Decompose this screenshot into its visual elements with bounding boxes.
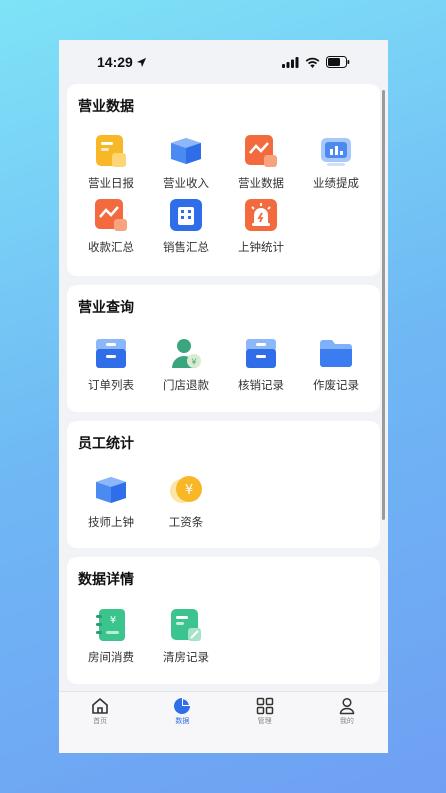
commission-item[interactable]: 业绩提成	[300, 133, 372, 191]
data-detail-card: 数据详情 ¥ 房间消费 清房记录	[67, 557, 380, 684]
writeoff-record-item[interactable]: 核销记录	[225, 335, 297, 393]
svg-text:¥: ¥	[185, 483, 193, 498]
home-icon	[92, 698, 108, 714]
scrollbar[interactable]	[382, 90, 385, 520]
svg-text:¥: ¥	[110, 615, 116, 626]
void-record-item[interactable]: 作废记录	[300, 335, 372, 393]
coin-yen-icon: ¥	[168, 472, 204, 508]
payslip-item[interactable]: ¥ 工资条	[150, 472, 222, 530]
room-notebook-icon: ¥	[93, 607, 129, 643]
daily-report-icon	[93, 133, 129, 169]
phone-screen: 14:29 营业数据 营业日报 营业收入 营业数据 业绩提成 收款汇总 销售汇总…	[59, 40, 388, 753]
order-cabinet-icon	[93, 335, 129, 371]
folder-icon	[318, 335, 354, 371]
clock-in-stats-item[interactable]: 上钟统计	[225, 197, 297, 255]
tab-manage[interactable]: 管理	[224, 692, 306, 733]
wifi-icon	[305, 57, 320, 68]
alarm-bell-icon	[243, 197, 279, 233]
business-data-icon	[243, 133, 279, 169]
sales-building-icon	[168, 197, 204, 233]
technician-clock-in-item[interactable]: 技师上钟	[75, 472, 147, 530]
tab-home[interactable]: 首页	[59, 692, 141, 733]
section-title: 员工统计	[78, 436, 134, 452]
technician-box-icon	[93, 472, 129, 508]
location-arrow-icon	[136, 57, 146, 67]
status-time: 14:29	[97, 54, 133, 70]
tab-data[interactable]: 数据	[141, 692, 223, 733]
revenue-item[interactable]: 营业收入	[150, 133, 222, 191]
payment-summary-icon	[93, 197, 129, 233]
writeoff-cabinet-icon	[243, 335, 279, 371]
store-refund-item[interactable]: ¥ 门店退款	[150, 335, 222, 393]
section-title: 数据详情	[78, 572, 134, 588]
svg-text:¥: ¥	[191, 358, 196, 367]
payment-summary-item[interactable]: 收款汇总	[75, 197, 147, 255]
tab-mine[interactable]: 我的	[306, 692, 388, 733]
staff-stats-card: 员工统计 技师上钟 ¥ 工资条	[67, 421, 380, 548]
home-indicator-area	[59, 733, 388, 753]
pie-chart-icon	[174, 698, 191, 714]
person-icon	[339, 697, 355, 715]
bottom-tab-bar: 首页 数据 管理 我的	[59, 691, 388, 733]
room-clean-icon	[168, 607, 204, 643]
revenue-box-icon	[168, 133, 204, 169]
business-data-card: 营业数据 营业日报 营业收入 营业数据 业绩提成 收款汇总 销售汇总 上钟统计	[67, 84, 380, 276]
grid-icon	[256, 697, 273, 715]
battery-icon	[326, 56, 350, 68]
section-title: 营业查询	[78, 300, 134, 316]
sales-summary-item[interactable]: 销售汇总	[150, 197, 222, 255]
order-list-item[interactable]: 订单列表	[75, 335, 147, 393]
room-clean-record-item[interactable]: 清房记录	[150, 607, 222, 665]
business-query-card: 营业查询 订单列表 ¥ 门店退款 核销记录 作废记录	[67, 285, 380, 412]
cellular-signal-icon	[282, 56, 299, 68]
business-data-item[interactable]: 营业数据	[225, 133, 297, 191]
room-consumption-item[interactable]: ¥ 房间消费	[75, 607, 147, 665]
daily-report-item[interactable]: 营业日报	[75, 133, 147, 191]
section-title: 营业数据	[78, 99, 134, 115]
status-bar: 14:29	[59, 40, 388, 84]
commission-chart-icon	[318, 133, 354, 169]
refund-person-icon: ¥	[168, 335, 204, 371]
